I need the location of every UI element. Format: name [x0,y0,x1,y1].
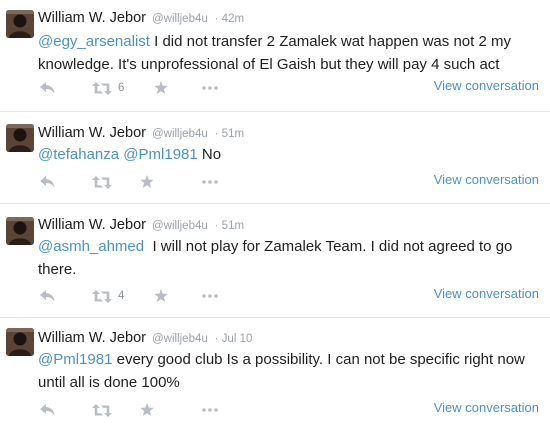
more-icon [202,180,218,184]
favorite-button[interactable] [154,286,168,306]
mention-link[interactable]: @egy_arsenalist [38,33,150,50]
retweet-icon [92,81,112,95]
retweet-icon [92,289,112,303]
author-name[interactable]: William W. Jebor [38,10,146,26]
view-conversation-link[interactable]: View conversation [434,398,539,418]
retweet-icon [92,403,112,417]
view-conversation-link[interactable]: View conversation [434,284,539,304]
avatar[interactable] [6,10,34,38]
tweet-text: @Pml1981 every good club Is a possibilit… [38,348,543,394]
favorite-button[interactable] [140,172,154,192]
mention-link[interactable]: @Pml1981 [123,146,197,163]
retweet-count: 4 [118,290,125,302]
avatar[interactable] [6,328,34,356]
mention-link[interactable]: @asmh_ahmed [38,238,144,255]
favorite-button[interactable] [154,78,168,98]
star-icon [154,289,168,303]
retweet-button[interactable] [92,172,118,192]
reply-button[interactable] [40,172,55,192]
star-icon [154,81,168,95]
author-handle[interactable]: @willjeb4u [152,333,208,345]
more-button[interactable] [202,172,218,192]
author-name[interactable]: William W. Jebor [38,125,146,141]
retweet-icon [92,175,112,189]
reply-button[interactable] [40,286,55,306]
view-conversation-link[interactable]: View conversation [434,76,539,96]
more-icon [202,86,218,90]
tweet-actions: 6 View conversation [38,78,543,98]
tweet-text: @asmh_ahmed I will not play for Zamalek … [38,235,543,281]
tweet-text: @tefahanza @Pml1981 No [38,143,543,166]
author-name[interactable]: William W. Jebor [38,217,146,233]
tweet-body: No [197,146,222,163]
author-handle[interactable]: @willjeb4u [152,128,208,140]
tweet-actions: 4 View conversation [38,286,543,306]
avatar[interactable] [6,217,34,245]
author-handle[interactable]: @willjeb4u [152,13,208,25]
tweet-body: every good club Is a possibility. I can … [38,351,525,391]
tweet-1: William W. Jebor @willjeb4u · 42m @egy_ar… [0,0,550,112]
reply-icon [40,82,55,94]
retweet-button[interactable]: 6 [92,78,124,98]
star-icon [140,403,154,417]
retweet-button[interactable] [92,400,118,420]
tweet-header: William W. Jebor @willjeb4u · 51m [38,214,244,236]
more-button[interactable] [202,286,218,306]
tweet-2: William W. Jebor @willjeb4u · 51m @tefaha… [0,112,550,204]
favorite-button[interactable] [140,400,154,420]
mention-link[interactable]: @tefahanza [38,146,119,163]
tweet-4: William W. Jebor @willjeb4u · Jul 10 @Pml… [0,318,550,433]
tweet-actions: View conversation [38,400,543,420]
view-conversation-link[interactable]: View conversation [434,170,539,190]
timestamp[interactable]: · 42m [215,13,244,25]
tweet-header: William W. Jebor @willjeb4u · Jul 10 [38,327,252,349]
avatar[interactable] [6,124,34,152]
timestamp[interactable]: · Jul 10 [215,333,253,345]
timestamp[interactable]: · 51m [215,128,244,140]
tweet-text: @egy_arsenalist I did not transfer 2 Zam… [38,30,543,76]
more-button[interactable] [202,400,218,420]
retweet-count: 6 [118,82,125,94]
reply-icon [40,290,55,302]
more-button[interactable] [202,78,218,98]
more-icon [202,408,218,412]
reply-icon [40,176,55,188]
retweet-button[interactable]: 4 [92,286,124,306]
tweet-actions: View conversation [38,172,543,192]
star-icon [140,175,154,189]
tweet-3: William W. Jebor @willjeb4u · 51m @asmh_a… [0,204,550,318]
reply-icon [40,404,55,416]
author-name[interactable]: William W. Jebor [38,330,146,346]
author-handle[interactable]: @willjeb4u [152,220,208,232]
timestamp[interactable]: · 51m [215,220,244,232]
tweet-header: William W. Jebor @willjeb4u · 51m [38,122,244,144]
reply-button[interactable] [40,400,55,420]
more-icon [202,294,218,298]
tweet-header: William W. Jebor @willjeb4u · 42m [38,7,244,29]
mention-link[interactable]: @Pml1981 [38,351,112,368]
reply-button[interactable] [40,78,55,98]
